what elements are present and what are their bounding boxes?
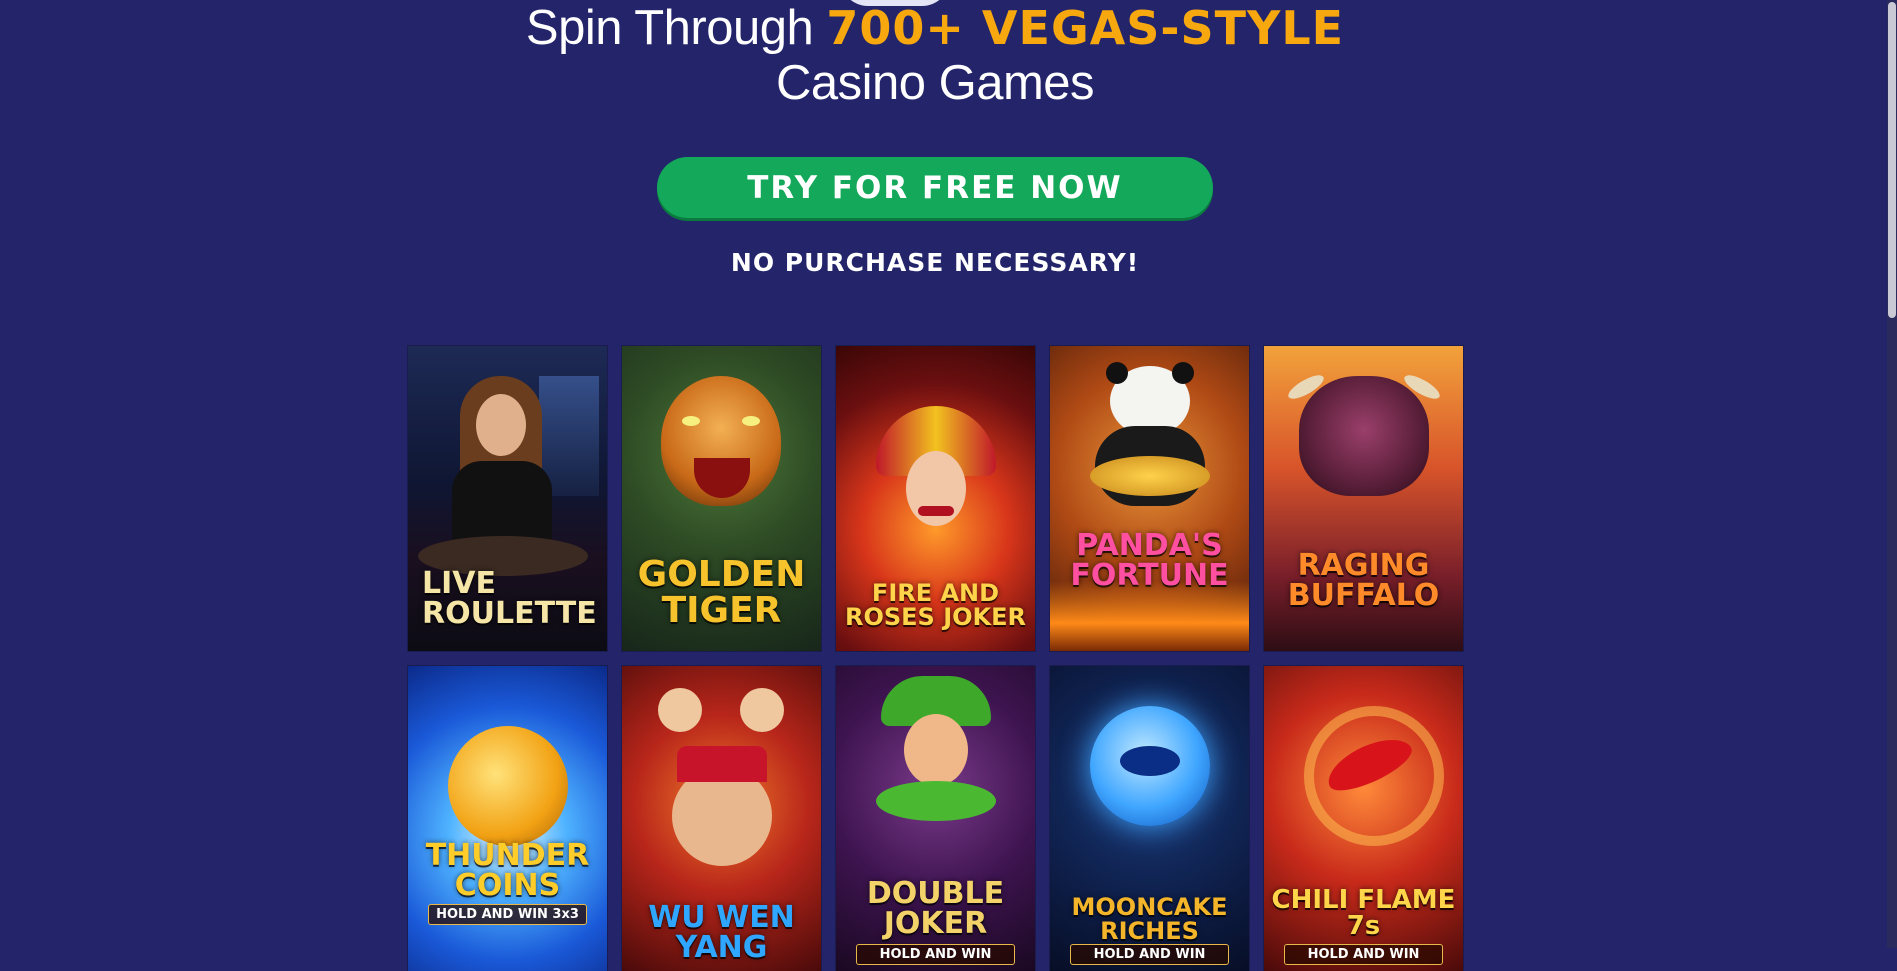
hero-headline-prefix: Spin Through xyxy=(525,1,827,55)
game-tile-double-joker[interactable]: DOUBLE JOKER HOLD AND WIN xyxy=(836,666,1035,971)
game-grid: LIVE ROULETTE GOLDEN TIGER FIRE AND ROSE… xyxy=(408,346,1463,971)
hero-headline-line1: Spin Through 700+ VEGAS-STYLE xyxy=(0,0,1870,56)
scrollbar-thumb[interactable] xyxy=(1888,2,1896,318)
game-tile-wu-wen-yang[interactable]: WU WEN YANG xyxy=(622,666,821,971)
game-title: PANDA'S FORTUNE xyxy=(1070,528,1229,593)
game-tile-live-roulette[interactable]: LIVE ROULETTE xyxy=(408,346,607,651)
hero-headline-accent: 700+ VEGAS-STYLE xyxy=(826,1,1345,55)
game-title: RAGING BUFFALO xyxy=(1287,548,1440,613)
game-tile-chili-flame-7s[interactable]: CHILI FLAME 7s HOLD AND WIN xyxy=(1264,666,1463,971)
game-title: DOUBLE JOKER xyxy=(866,876,1005,941)
game-tile-mooncake-riches[interactable]: MOONCAKE RICHES HOLD AND WIN xyxy=(1050,666,1249,971)
hero-headline-line2: Casino Games xyxy=(775,56,1095,110)
pandas-fortune-art xyxy=(1050,346,1249,651)
game-title: GOLDEN TIGER xyxy=(637,554,806,631)
game-title: WU WEN YANG xyxy=(648,900,795,965)
game-title: FIRE AND ROSES JOKER xyxy=(844,579,1026,631)
game-title: MOONCAKE RICHES xyxy=(1071,893,1228,945)
page-scrollbar[interactable] xyxy=(1887,0,1897,948)
game-tile-raging-buffalo[interactable]: RAGING BUFFALO xyxy=(1264,346,1463,651)
game-subtitle: HOLD AND WIN xyxy=(856,944,1015,965)
game-title: LIVE ROULETTE xyxy=(422,566,597,631)
game-title: CHILI FLAME 7s xyxy=(1271,885,1456,941)
game-subtitle: HOLD AND WIN xyxy=(1284,944,1443,965)
game-title: THUNDER COINS xyxy=(425,838,590,903)
game-subtitle: HOLD AND WIN xyxy=(1070,944,1229,965)
game-tile-fire-and-roses-joker[interactable]: FIRE AND ROSES JOKER xyxy=(836,346,1035,651)
game-tile-pandas-fortune[interactable]: PANDA'S FORTUNE xyxy=(1050,346,1249,651)
game-subtitle: HOLD AND WIN 3x3 xyxy=(428,904,587,925)
no-purchase-note: NO PURCHASE NECESSARY! xyxy=(730,248,1140,277)
game-tile-golden-tiger[interactable]: GOLDEN TIGER xyxy=(622,346,821,651)
thunder-coins-art xyxy=(408,666,607,971)
try-for-free-label: TRY FOR FREE NOW xyxy=(747,169,1123,206)
game-tile-thunder-coins[interactable]: THUNDER COINS HOLD AND WIN 3x3 xyxy=(408,666,607,971)
try-for-free-button[interactable]: TRY FOR FREE NOW xyxy=(657,157,1213,218)
